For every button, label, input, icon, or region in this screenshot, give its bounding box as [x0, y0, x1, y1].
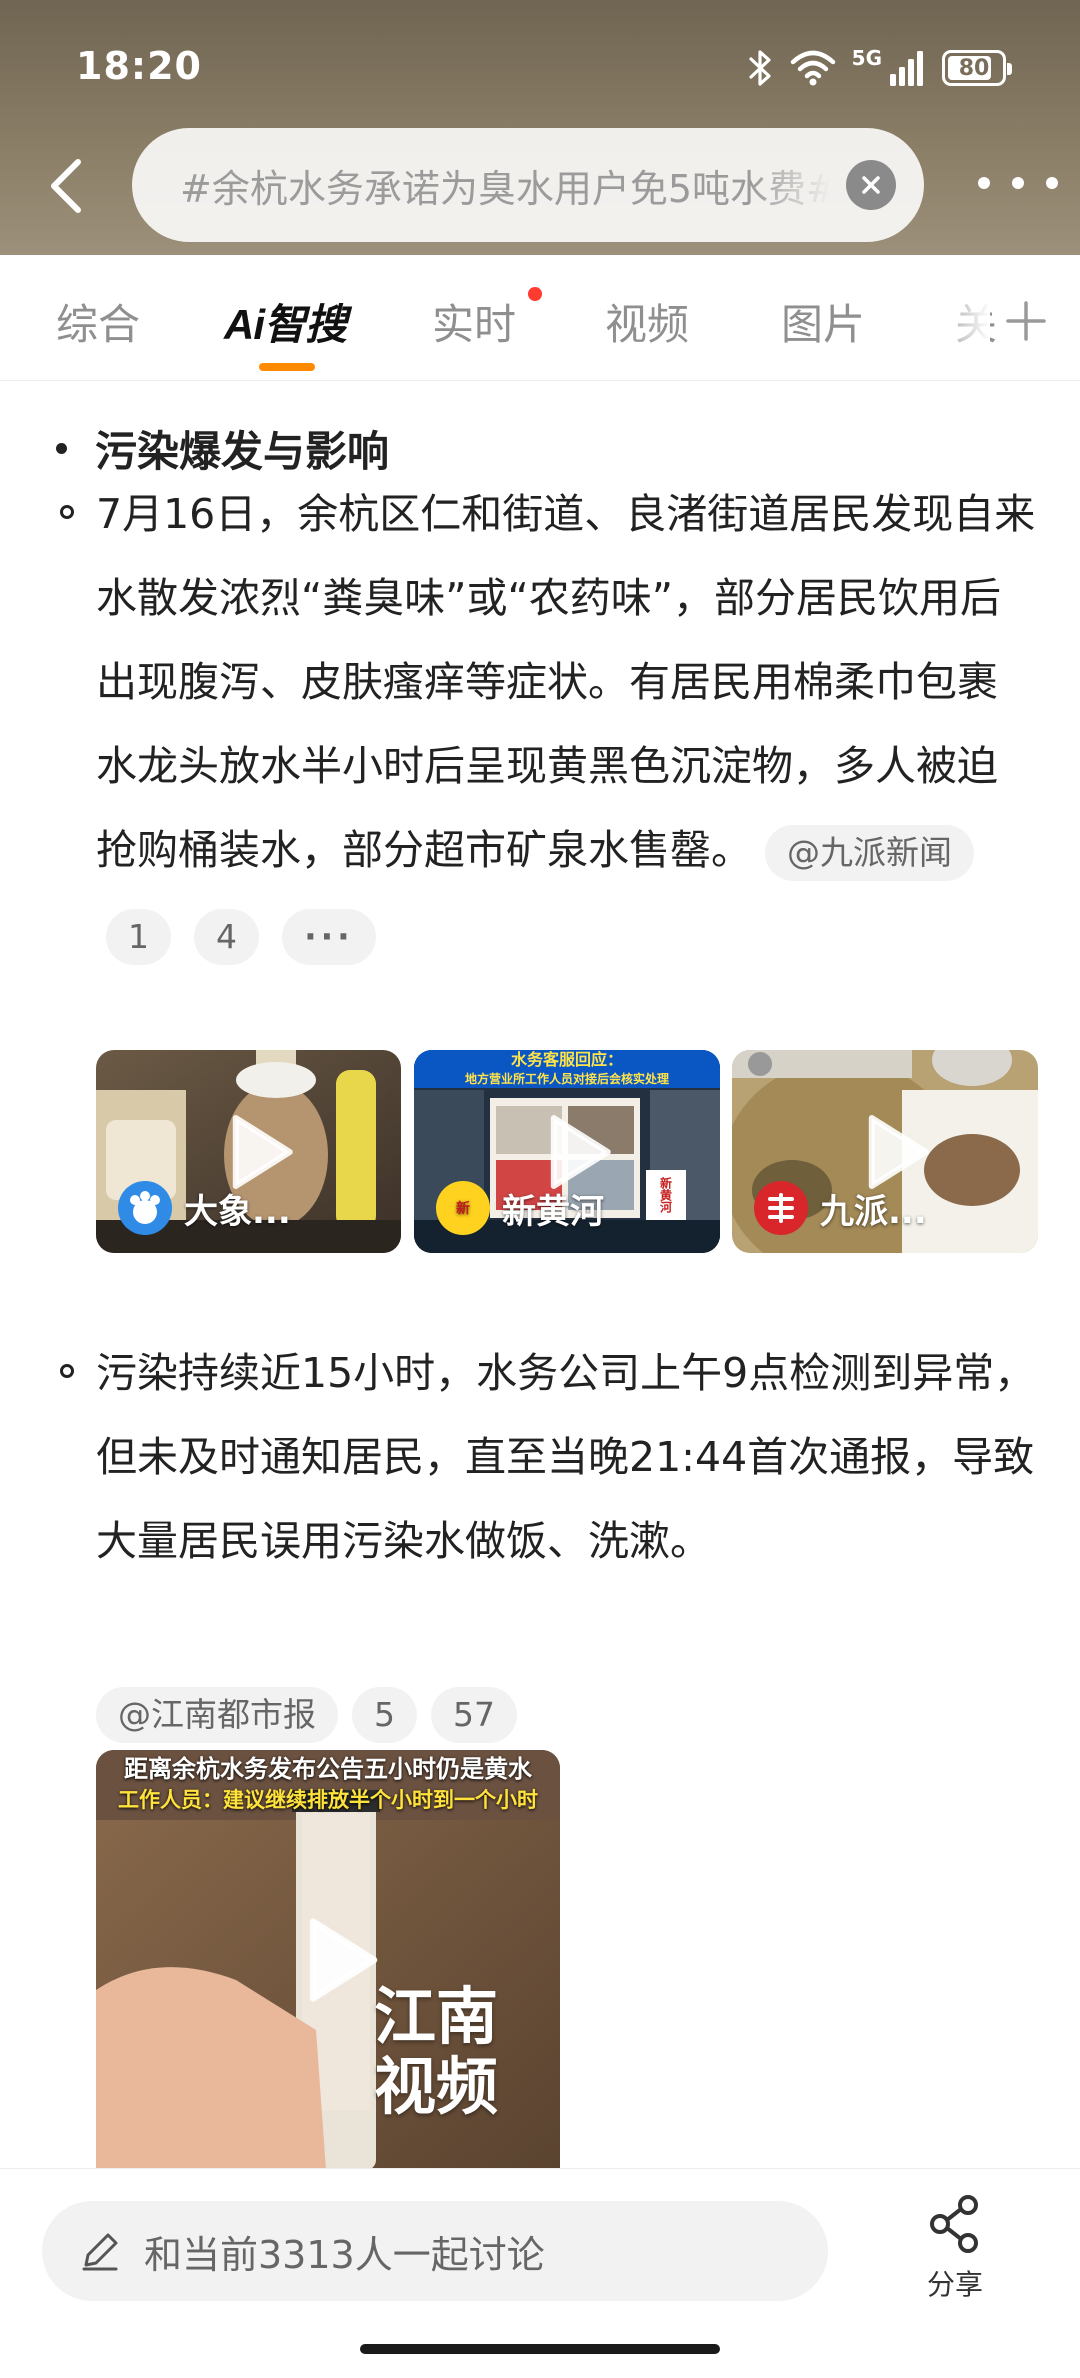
- discussion-placeholder: 和当前3313人一起讨论: [144, 2232, 545, 2277]
- home-indicator[interactable]: [360, 2344, 720, 2354]
- network-type: 5G: [851, 46, 882, 70]
- close-icon: [862, 176, 880, 194]
- jiupai-logo-icon: [754, 1181, 808, 1235]
- status-icons: 5G 80: [748, 46, 1012, 90]
- share-label: 分享: [926, 2268, 983, 2301]
- source-citation[interactable]: @九派新闻: [765, 825, 975, 881]
- play-icon: [550, 1114, 611, 1189]
- chevron-left-icon: [51, 159, 81, 213]
- bullet-ring-icon: [60, 1364, 74, 1378]
- bullet-ring-icon: [60, 505, 74, 519]
- video-caption-top: 距离余杭水务发布公告五小时仍是黄水: [124, 1755, 532, 1783]
- play-icon: [232, 1114, 293, 1189]
- video-card-2[interactable]: 水务客服回应： 地方营业所工作人员对接后会核实处理 新黄河 新 新黄河: [414, 1050, 720, 1253]
- watermark-line: 江南: [374, 1980, 499, 2053]
- discussion-input[interactable]: 和当前3313人一起讨论: [42, 2201, 828, 2301]
- citation-ref[interactable]: 1: [106, 909, 171, 965]
- video-card-1[interactable]: 大象...: [96, 1050, 401, 1253]
- battery-icon: 80: [942, 50, 1012, 86]
- video-source-name: 新黄河: [502, 1191, 604, 1232]
- bullet-dot: [56, 443, 67, 454]
- tab-active-indicator: [259, 363, 315, 371]
- tab-comprehensive[interactable]: 综合: [56, 291, 140, 352]
- play-icon: [868, 1114, 929, 1189]
- answer-paragraph-1: 7月16日，余杭区仁和街道、良渚街道居民发现自来水散发浓烈“粪臭味”或“农药味”…: [96, 472, 1036, 976]
- wifi-icon: [790, 50, 835, 86]
- more-dot-icon: [1046, 177, 1058, 189]
- video-card-4[interactable]: 距离余杭水务发布公告五小时仍是黄水 工作人员：建议继续排放半个小时到一个小时 江…: [96, 1750, 560, 2170]
- more-citations-button[interactable]: ···: [282, 909, 376, 965]
- tab-realtime[interactable]: 实时: [432, 291, 516, 352]
- tab-fade: [930, 255, 990, 375]
- status-time: 18:20: [76, 44, 202, 88]
- citation-ref[interactable]: 57: [431, 1687, 517, 1743]
- search-input[interactable]: #余杭水务承诺为臭水用户免5吨水费#: [180, 158, 830, 213]
- tab-images[interactable]: 图片: [781, 291, 865, 352]
- battery-level: 80: [958, 55, 990, 81]
- citation-ref[interactable]: 5: [352, 1687, 417, 1743]
- xinhuanghe-stamp: 新黄河: [646, 1170, 686, 1220]
- search-box[interactable]: #余杭水务承诺为臭水用户免5吨水费#: [132, 128, 924, 242]
- section-heading-text: 污染爆发与影响: [95, 427, 390, 476]
- clear-search-button[interactable]: [846, 160, 896, 210]
- play-icon: [309, 1918, 378, 2002]
- video-source: 新 新黄河: [436, 1181, 604, 1235]
- section-heading: 污染爆发与影响: [56, 418, 389, 479]
- tab-bar: 综合 Ai智搜 实时 视频 图片 关: [0, 255, 1080, 381]
- watermark-line: 视频: [374, 2050, 499, 2123]
- signal-icon: [890, 51, 923, 86]
- more-dot-icon: [1012, 177, 1024, 189]
- citation-row: @江南都市报 5 57: [96, 1685, 517, 1745]
- video-caption-sub: 工作人员：建议继续排放半个小时到一个小时: [118, 1788, 538, 1812]
- answer-paragraph-2: 污染持续近15小时，水务公司上午9点检测到异常，但未及时通知居民，直至当晚21:…: [96, 1331, 1036, 1583]
- share-icon: [930, 2195, 978, 2253]
- more-dot-icon: [978, 177, 990, 189]
- tab-video[interactable]: 视频: [605, 291, 689, 352]
- jiangnan-video-watermark: 江南 视频: [374, 1982, 498, 2122]
- realtime-notification-dot: [528, 287, 542, 301]
- pencil-icon: [82, 2233, 118, 2271]
- share-button[interactable]: 分享: [900, 2193, 1010, 2313]
- back-button[interactable]: [36, 146, 96, 226]
- paragraph-text: 7月16日，余杭区仁和街道、良渚街道居民发现自来水散发浓烈“粪臭味”或“农药味”…: [96, 490, 1036, 874]
- video-source: 大象...: [118, 1181, 291, 1235]
- paragraph-text: 污染持续近15小时，水务公司上午9点检测到异常，但未及时通知居民，直至当晚21:…: [96, 1349, 1036, 1565]
- video-banner-title: 水务客服回应：: [414, 1050, 720, 1070]
- source-citation[interactable]: @江南都市报: [96, 1687, 338, 1743]
- tab-ai-search[interactable]: Ai智搜: [224, 291, 347, 352]
- video-source-name: 大象...: [184, 1191, 291, 1232]
- status-bar: 18:20 5G 80: [0, 0, 1080, 130]
- video-card-3[interactable]: 九派...: [732, 1050, 1038, 1253]
- citation-ref[interactable]: 4: [194, 909, 260, 965]
- xinhuanghe-logo-icon: 新: [436, 1181, 490, 1235]
- header: 18:20 5G 80 #余杭水务承诺为臭水用户免5吨水费#: [0, 0, 1080, 255]
- more-options-button[interactable]: [978, 158, 1058, 208]
- bluetooth-icon: [749, 50, 771, 86]
- video-source-name: 九派...: [820, 1191, 927, 1232]
- daxiang-logo-icon: [118, 1181, 172, 1235]
- video-source: 九派...: [754, 1181, 927, 1235]
- add-tab-icon[interactable]: [996, 291, 1056, 351]
- video-banner-subtitle: 地方营业所工作人员对接后会核实处理: [414, 1070, 720, 1088]
